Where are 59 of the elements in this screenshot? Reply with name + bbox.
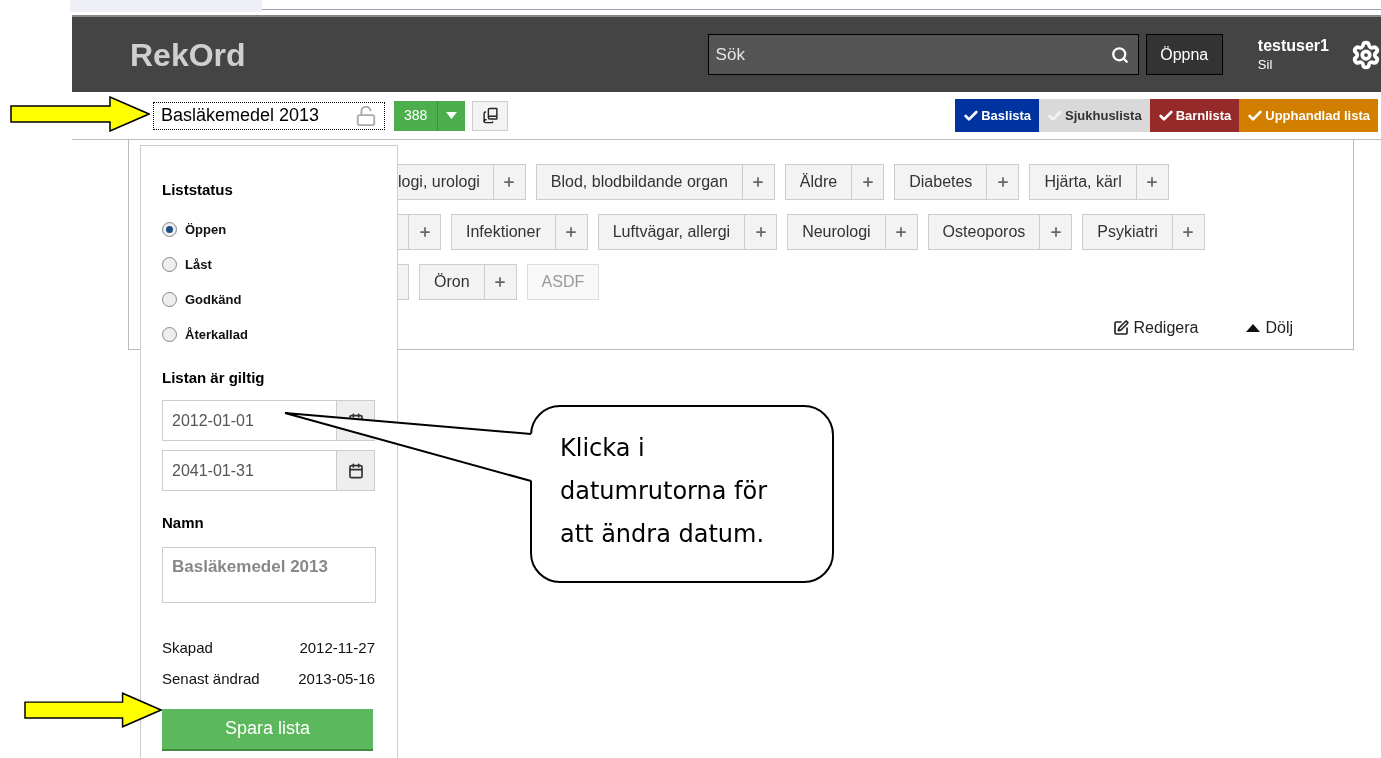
date-field[interactable]: 2041-01-31 — [162, 450, 337, 491]
list-tag[interactable]: Sjukhuslista — [1039, 99, 1150, 132]
calendar-icon — [347, 462, 364, 479]
edit-icon — [1112, 320, 1129, 336]
callout-text: Klicka i datumrutorna för att ändra datum. — [560, 433, 769, 550]
plus-icon[interactable] — [502, 175, 517, 189]
collapse-link[interactable]: Dölj — [1246, 316, 1293, 340]
book-button[interactable] — [472, 100, 509, 131]
name-heading: Namn — [162, 513, 205, 533]
category-chip[interactable]: Osteoporos — [927, 214, 1073, 250]
category-chip[interactable]: Infektioner — [451, 214, 588, 250]
meta-label: Skapad — [162, 637, 213, 658]
date-field[interactable]: 2012-01-01 — [162, 400, 337, 441]
status-radio[interactable]: Öppen — [162, 220, 397, 239]
app-logo: RekOrd — [130, 35, 246, 75]
book-icon — [481, 107, 499, 124]
category-chip[interactable]: Psykiatri — [1082, 214, 1205, 250]
meta-value: 2012-11-27 — [299, 637, 375, 658]
plus-icon[interactable] — [1145, 175, 1160, 189]
validity-heading: Listan är giltig — [162, 367, 266, 388]
plus-icon[interactable] — [1048, 225, 1063, 239]
category-chip[interactable]: Öron — [419, 264, 517, 300]
meta-label: Senast ändrad — [162, 669, 260, 689]
status-radio[interactable]: Återkallad — [162, 325, 397, 344]
calendar-button[interactable] — [337, 450, 375, 491]
search-field[interactable]: Sök — [707, 34, 1139, 75]
plus-icon[interactable] — [1181, 225, 1196, 239]
plus-icon[interactable] — [417, 225, 432, 239]
caret-up-icon — [1246, 324, 1261, 332]
status-heading: Liststatus — [162, 180, 234, 200]
plus-icon[interactable] — [564, 225, 579, 239]
list-tag[interactable]: Barnlista — [1149, 99, 1240, 132]
plus-icon[interactable] — [860, 175, 875, 189]
category-chip[interactable]: Äldre — [784, 164, 885, 200]
category-chip[interactable]: Hjärta, kärl — [1029, 164, 1169, 200]
category-chip[interactable]: Luftvägar, allergi — [597, 214, 778, 250]
category-chip[interactable]: Diabetes — [894, 164, 1020, 200]
edit-link[interactable]: Redigera — [1112, 316, 1199, 340]
list-name-field[interactable]: Basläkemedel 2013 — [153, 101, 385, 130]
user-role: Sil — [1257, 55, 1274, 74]
search-icon[interactable] — [1110, 45, 1129, 64]
list-tag[interactable]: Baslista — [955, 99, 1040, 132]
open-button[interactable]: Öppna — [1145, 34, 1223, 75]
plus-icon[interactable] — [751, 175, 766, 189]
user-name: testuser1 — [1257, 35, 1329, 56]
status-radio[interactable]: Låst — [162, 255, 397, 274]
plus-icon[interactable] — [894, 225, 909, 239]
category-chip[interactable]: Blod, blodbildande organ — [535, 164, 775, 200]
category-chip[interactable]: Neurologi — [787, 214, 918, 250]
plus-icon[interactable] — [493, 275, 508, 289]
plus-icon[interactable] — [995, 175, 1010, 189]
meta-value: 2013-05-16 — [298, 669, 375, 689]
category-chip[interactable] — [398, 214, 441, 250]
plus-icon[interactable] — [753, 225, 768, 239]
category-chip[interactable]: logi, urologi — [398, 164, 526, 200]
settings-icon[interactable] — [1351, 39, 1381, 70]
name-field[interactable]: Basläkemedel 2013 — [162, 546, 376, 603]
caret-icon[interactable] — [446, 112, 458, 119]
status-radio[interactable]: Godkänd — [162, 290, 397, 309]
